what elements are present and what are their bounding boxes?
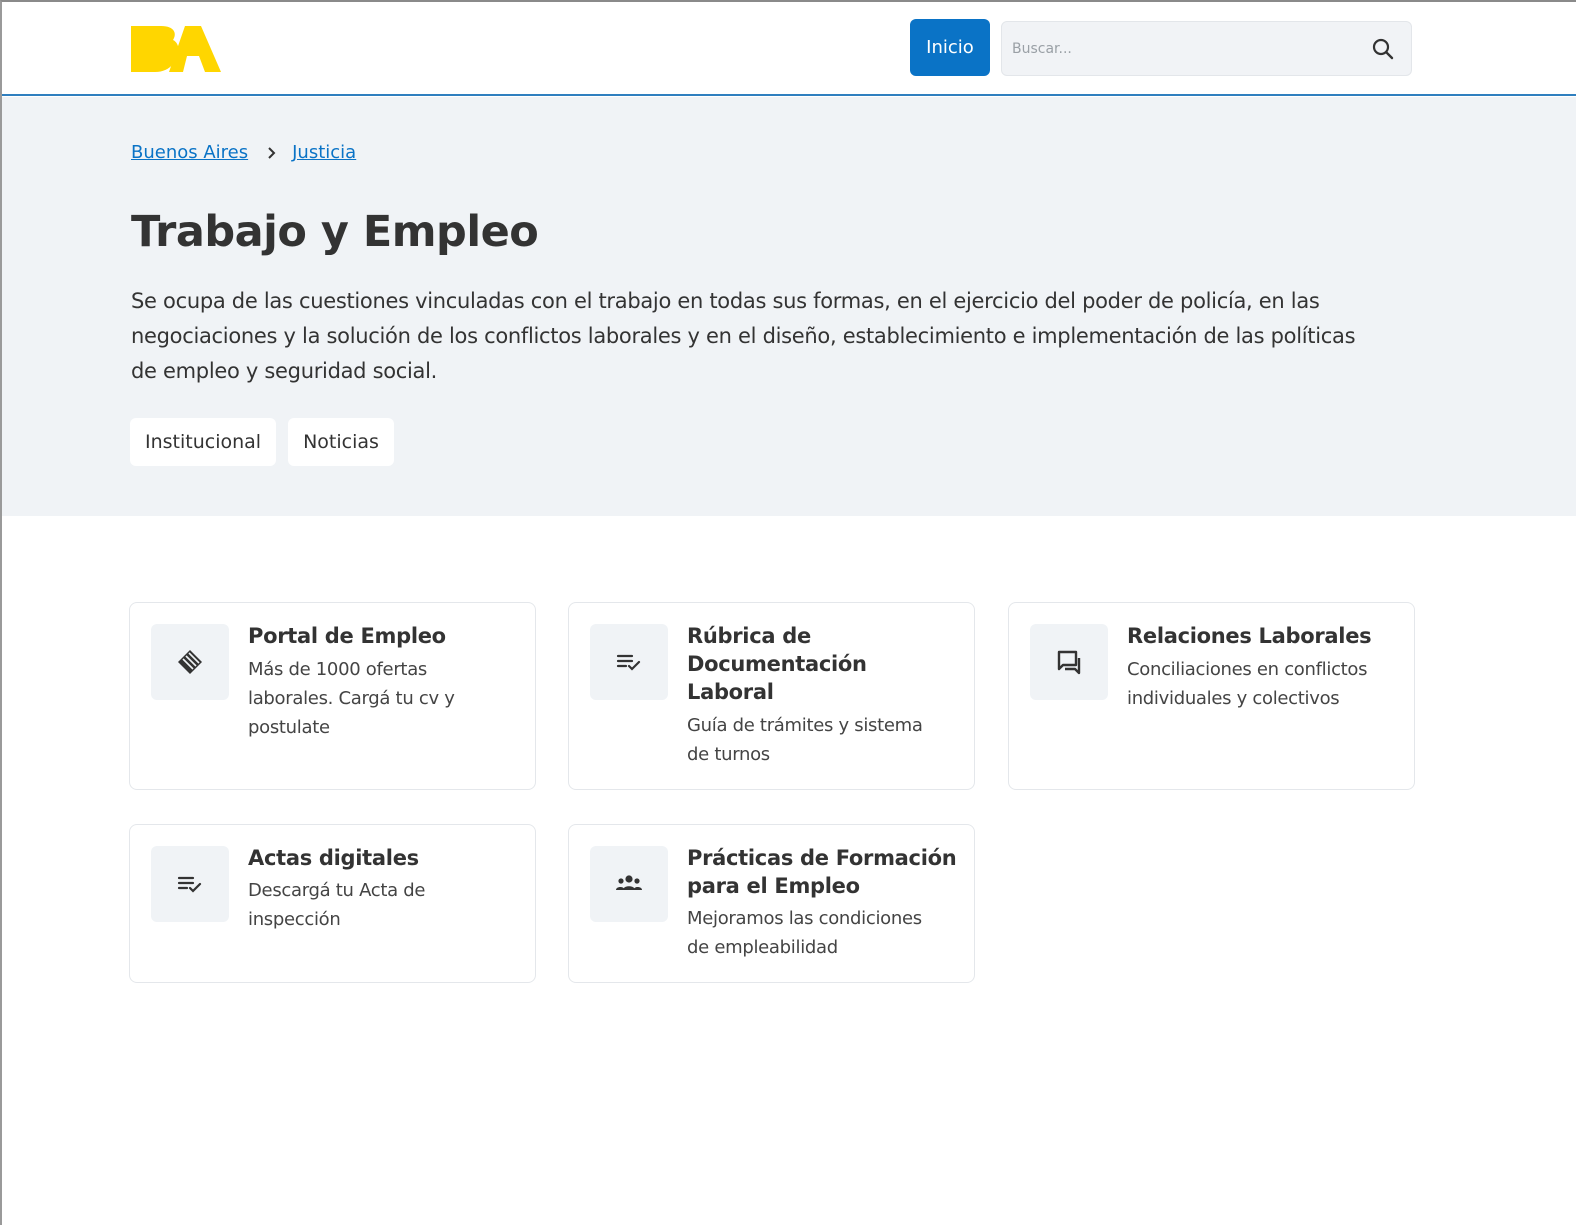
description-line: inspección: [248, 909, 341, 930]
breadcrumb: Buenos Aires Justicia: [131, 142, 356, 163]
title-line: Rúbrica de: [687, 624, 811, 648]
group-icon: [616, 875, 642, 890]
hero-section: Buenos Aires Justicia Trabajo y Empleo S…: [0, 97, 1576, 516]
card-relaciones-laborales[interactable]: Relaciones Laborales Conciliaciones en c…: [1008, 602, 1415, 790]
handshake-icon: [178, 650, 202, 674]
title-line: Documentación: [687, 652, 867, 676]
page-title: Trabajo y Empleo: [131, 207, 539, 257]
breadcrumb-link-justicia[interactable]: Justicia: [292, 142, 356, 163]
description-line: Guía de trámites y sistema: [687, 715, 923, 736]
description-line: individuales y colectivos: [1127, 688, 1340, 709]
card-title: Portal de Empleo: [248, 624, 446, 648]
search-box[interactable]: [1001, 21, 1412, 76]
card-rubrica-documentacion-laboral[interactable]: Rúbrica de Documentación Laboral Guía de…: [568, 602, 975, 790]
description-line: de empleo y seguridad social.: [131, 359, 438, 383]
tag-institucional[interactable]: Institucional: [130, 418, 277, 466]
chat-icon: [1057, 650, 1081, 675]
card-description: Mejoramos las condiciones de empleabilid…: [687, 904, 947, 962]
description-line: laborales. Cargá tu cv y: [248, 688, 455, 709]
description-line: Mejoramos las condiciones: [687, 908, 922, 929]
ba-logo[interactable]: [131, 26, 221, 72]
title-line: Prácticas de Formación: [687, 846, 957, 870]
description-line: negociaciones y la solución de los confl…: [131, 324, 1356, 348]
search-input[interactable]: [1002, 22, 1362, 75]
checklist-icon: [177, 876, 202, 893]
card-title: Actas digitales: [248, 846, 419, 870]
tag-noticias[interactable]: Noticias: [288, 418, 394, 466]
description-line: postulate: [248, 717, 330, 738]
search-icon[interactable]: [1371, 37, 1395, 61]
description-line: Más de 1000 ofertas: [248, 659, 428, 680]
breadcrumb-link-buenos-aires[interactable]: Buenos Aires: [131, 142, 248, 163]
card-practicas-formacion-empleo[interactable]: Prácticas de Formación para el Empleo Me…: [568, 824, 975, 983]
title-line: para el Empleo: [687, 874, 860, 898]
card-description: Conciliaciones en conflictos individuale…: [1127, 655, 1387, 713]
inicio-button[interactable]: Inicio: [910, 19, 990, 76]
description-line: Descargá tu Acta de: [248, 880, 426, 901]
title-line: Laboral: [687, 680, 774, 704]
card-description: Más de 1000 ofertas laborales. Cargá tu …: [248, 655, 508, 742]
section-tags: Institucional Noticias: [130, 418, 394, 466]
page-description: Se ocupa de las cuestiones vinculadas co…: [131, 284, 1421, 389]
description-line: de turnos: [687, 744, 770, 765]
card-portal-de-empleo[interactable]: Portal de Empleo Más de 1000 ofertas lab…: [129, 602, 536, 790]
description-line: Conciliaciones en conflictos: [1127, 659, 1368, 680]
card-description: Descargá tu Acta de inspección: [248, 876, 508, 934]
chevron-right-icon: [268, 146, 276, 159]
card-description: Guía de trámites y sistema de turnos: [687, 711, 947, 769]
checklist-icon: [616, 654, 641, 671]
description-line: de empleabilidad: [687, 937, 838, 958]
site-header: Inicio: [0, 0, 1576, 96]
description-line: Se ocupa de las cuestiones vinculadas co…: [131, 289, 1320, 313]
card-actas-digitales[interactable]: Actas digitales Descargá tu Acta de insp…: [129, 824, 536, 983]
card-title: Rúbrica de Documentación Laboral: [687, 622, 957, 706]
card-title: Prácticas de Formación para el Empleo: [687, 844, 957, 900]
card-title: Relaciones Laborales: [1127, 624, 1372, 648]
